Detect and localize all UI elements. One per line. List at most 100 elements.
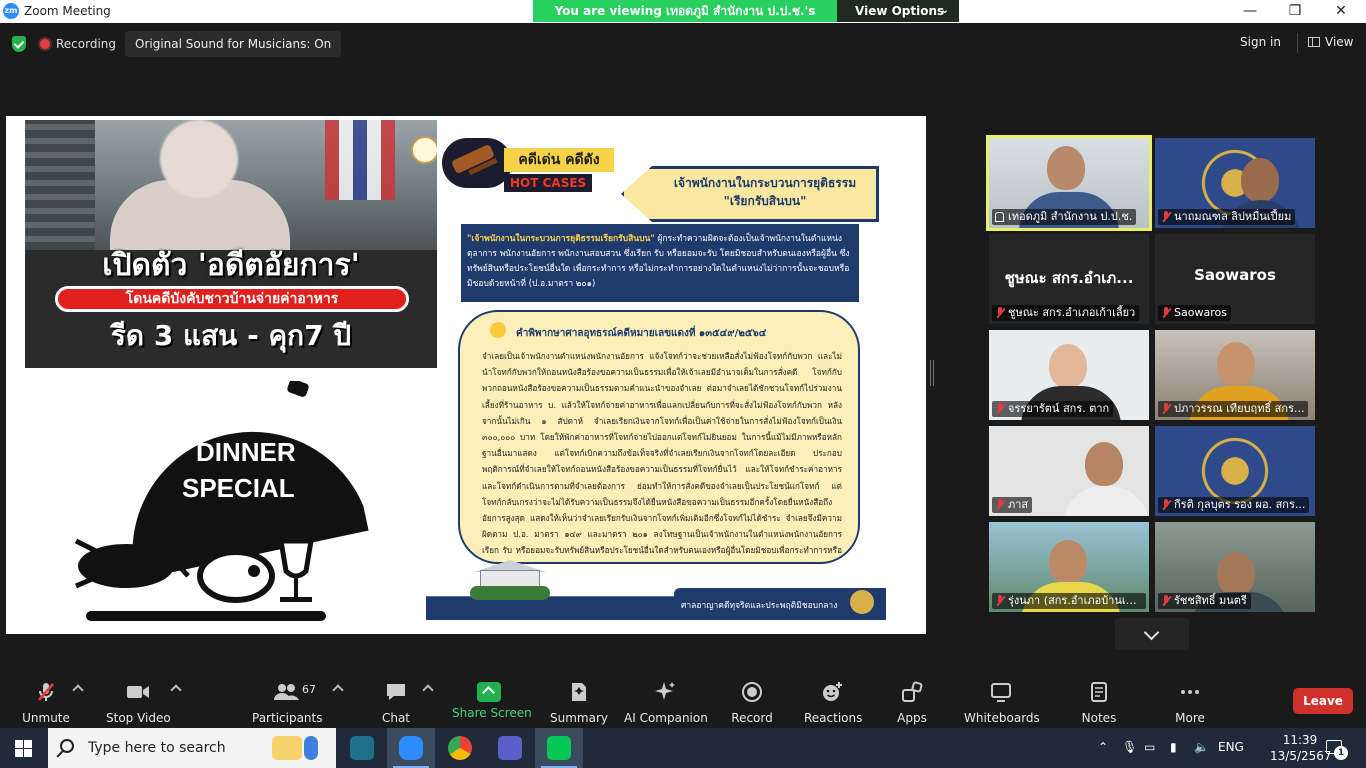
mic-muted-icon [995,499,1005,511]
recording-indicator[interactable]: Recording [40,32,116,56]
participant-tile[interactable]: จรรยารัตน์ สกร. ตาก [989,330,1149,420]
summary-button[interactable]: Summary [550,680,608,725]
definition-highlight: "เจ้าพนักงานในกระบวนการยุติธรรมเรียกรับส… [467,234,655,244]
hot-cases-thai-label: คดีเด่น คดีดัง [504,148,614,172]
panel-resize-handle[interactable] [930,360,934,386]
notes-label: Notes [1081,711,1117,725]
case-title: คำพิพากษาศาลอุทธรณ์คดีหมายเลขแดงที่ ๑๓๕๔… [516,328,767,339]
participant-tile[interactable]: ปภาวรรณ เทียบฤทธิ์ สกร... [1155,330,1315,420]
participant-tile[interactable]: เทอดภูมิ สำนักงาน ป.ป.ช. [986,135,1152,231]
participant-tile[interactable]: กีรติ กุลบุตร รอง ผอ. สกร... [1155,426,1315,516]
gallery-next-page-button[interactable] [1115,618,1189,650]
participant-name-label: Saowaros [1158,305,1231,321]
windows-start-icon[interactable] [15,740,32,757]
window-titlebar: zm Zoom Meeting You are viewing เทอดภูมิ… [0,0,1366,40]
participant-tile[interactable]: ชูษณะ สกร.อำเภ... ชูษณะ สกร.อำเภอเก้าเลี… [989,234,1149,324]
tray-network-icon[interactable]: ▭ [1144,740,1155,754]
meeting-toolbar: Unmute Stop Video Participants 67 Chat S… [0,672,1366,728]
audio-options-caret-icon[interactable] [72,684,84,696]
building-windows [25,120,95,250]
mic-muted-icon [995,403,1005,415]
courthouse-icon [470,554,550,600]
record-icon [742,682,762,702]
search-placeholder: Type here to search [88,740,226,756]
mic-muted-icon [995,307,1005,319]
news-red-banner: โดนคดีบังคับชาวบ้านจ่ายค่าอาหาร [55,286,409,312]
taskbar-chrome-icon[interactable] [436,728,484,768]
view-options-button[interactable]: View Options ⌄ [837,0,959,22]
taskbar-webex-icon[interactable] [338,728,386,768]
minimize-button[interactable]: — [1235,2,1265,20]
participant-name-label: นาถมณฑล ลิปหมื่นเปี้ยม [1158,209,1296,225]
tray-volume-icon[interactable]: 🔈 [1194,740,1209,754]
participant-tile[interactable]: Saowaros Saowaros [1155,234,1315,324]
shared-screen[interactable]: เปิดตัว 'อดีตอัยการ' โดนคดีบังคับชาวบ้าน… [6,116,926,634]
tray-microphone-icon[interactable]: 🎙 [1122,740,1137,754]
ai-companion-label: AI Companion [624,711,708,725]
dinner-special-illustration: DINNER SPECIAL [74,381,369,621]
restore-button[interactable]: ❐ [1280,2,1310,20]
participant-tile[interactable]: ภาส [989,426,1149,516]
participant-tile[interactable]: รัชชสิทธิ์ มนตรี [1155,522,1315,612]
tray-battery-icon[interactable]: ▮ [1170,740,1177,754]
chat-options-caret-icon[interactable] [422,684,434,696]
close-button[interactable]: ✕ [1326,2,1356,20]
search-icon [60,739,74,753]
participant-name-label: ชูษณะ สกร.อำเภอเก้าเลี้ยว [992,305,1140,321]
share-screen-icon [477,682,501,702]
mic-muted-icon [1161,595,1171,607]
stop-video-button[interactable]: Stop Video [106,680,171,725]
participant-name-label: จรรยารัตน์ สกร. ตาก [992,401,1114,417]
news-subheadline: รีด 3 แสน - คุก7 ปี [110,319,352,352]
share-screen-button[interactable]: Share Screen [452,680,532,724]
slide-title: เจ้าพนักงานในกระบวนการยุติธรรม "เรียกรับ… [621,166,879,222]
taskbar-zoom-icon[interactable] [387,728,435,768]
tray-language[interactable]: ENG [1218,740,1244,754]
mic-muted-icon [1161,499,1171,511]
participants-options-caret-icon[interactable] [332,684,344,696]
taskbar-teams-icon[interactable] [486,728,534,768]
taskbar-notes-app-icon[interactable] [264,728,318,768]
view-button[interactable]: View [1308,35,1353,49]
security-shield-icon[interactable] [12,36,26,52]
participant-name-label: รัชชสิทธิ์ มนตรี [1158,593,1251,609]
dinner-text-line2: SPECIAL [182,473,295,503]
summary-document-icon [572,683,586,701]
chat-button[interactable]: Chat [372,680,420,725]
notification-count-badge: 1 [1334,746,1348,760]
notes-button[interactable]: Notes [1078,680,1120,725]
mic-muted-icon [38,683,54,701]
video-options-caret-icon[interactable] [170,684,182,696]
lamp-icon [490,322,506,338]
definition-box: "เจ้าพนักงานในกระบวนการยุติธรรมเรียกรับส… [461,224,859,302]
original-sound-toggle[interactable]: Original Sound for Musicians: On [125,31,342,57]
more-button[interactable]: More [1170,680,1210,725]
record-button[interactable]: Record [730,680,774,725]
reactions-button[interactable]: Reactions [804,680,862,725]
unmute-button[interactable]: Unmute [18,680,74,725]
leave-button[interactable]: Leave [1293,688,1353,714]
more-label: More [1175,711,1205,725]
apps-icon [902,681,923,702]
unmute-label: Unmute [22,711,70,725]
view-options-label: View Options [855,4,945,18]
dinner-text-line1: DINNER [196,437,296,467]
taskbar-line-icon[interactable] [535,728,583,768]
whiteboards-button[interactable]: Whiteboards [964,680,1040,725]
whiteboards-label: Whiteboards [964,711,1040,725]
participants-label: Participants [252,711,323,725]
taskbar-clock[interactable]: 11:39 13/5/2567 [1270,732,1332,764]
mic-muted-icon [1161,211,1171,223]
apps-button[interactable]: Apps [892,680,932,725]
tray-chevron-up-icon[interactable]: ⌃ [1098,740,1108,754]
participants-icon [274,684,299,700]
view-label: View [1325,35,1354,49]
participant-tile[interactable]: รุ่งนภา (สกร.อำเภอบ้านเชด) [989,522,1149,612]
slide-title-line2: "เรียกรับสินบน" [723,194,807,208]
participant-tile[interactable]: นาถมณฑล ลิปหมื่นเปี้ยม [1155,138,1315,228]
viewing-banner-message: You are viewing เทอดภูมิ สำนักงาน ป.ป.ช.… [533,0,837,40]
chat-bubble-icon [387,684,405,700]
whiteboard-icon [991,683,1011,702]
ai-companion-button[interactable]: AI Companion [624,680,708,725]
sign-in-link[interactable]: Sign in [1240,35,1281,49]
